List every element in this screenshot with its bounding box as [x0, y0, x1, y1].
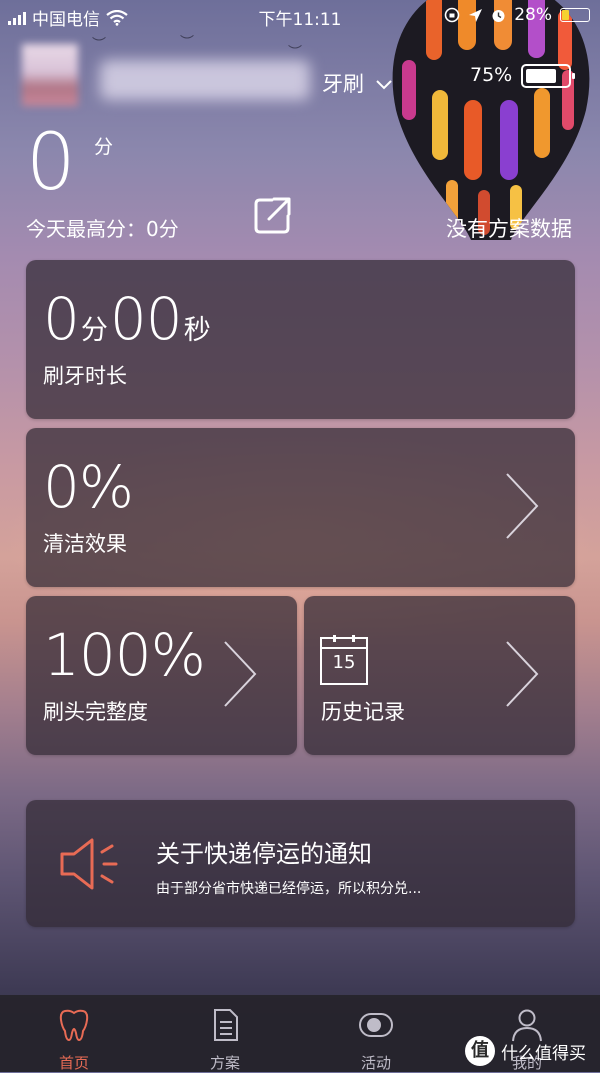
- notice-card[interactable]: 关于快递停运的通知 由于部分省市快递已经停运，所以积分兑...: [26, 800, 575, 927]
- alarm-clock-icon: [492, 9, 505, 22]
- today-best-score: 今天最高分： 0分: [26, 213, 179, 242]
- chevron-right-icon: [506, 641, 539, 707]
- today-best-label: 今天最高分：: [26, 217, 146, 241]
- tab-label: 活动: [360, 1054, 391, 1072]
- blurred-device-owner: [100, 60, 310, 100]
- device-battery-icon: [521, 64, 575, 88]
- toggle-icon: [359, 1013, 393, 1037]
- watermark-text: 什么值得买: [501, 1043, 586, 1064]
- brush-head-label: 刷头完整度: [43, 700, 148, 724]
- clean-effect-value: 0%: [43, 453, 134, 521]
- today-best-value: 0分: [146, 217, 179, 241]
- brush-head-card[interactable]: 100% 刷头完整度: [26, 596, 297, 755]
- duration-minutes-unit: 分: [80, 315, 108, 346]
- duration-seconds: 00: [109, 285, 183, 353]
- device-header: 牙刷 75%: [0, 44, 600, 114]
- chevron-right-icon: [506, 473, 539, 539]
- history-card[interactable]: 15 历史记录: [304, 596, 575, 755]
- location-arrow-icon: [469, 8, 483, 22]
- blurred-avatar: [22, 44, 78, 106]
- document-icon: [214, 1009, 238, 1041]
- status-bar: 中国电信 下午11:11 28%: [0, 0, 600, 32]
- watermark-logo: 值: [465, 1036, 495, 1066]
- notice-subtitle: 由于部分省市快递已经停运，所以积分兑...: [156, 881, 422, 897]
- score-value: 0: [26, 118, 76, 208]
- device-battery-fill: [526, 69, 556, 83]
- clean-effect-label: 清洁效果: [43, 532, 127, 556]
- clean-effect-card[interactable]: 0% 清洁效果: [26, 428, 575, 587]
- no-plan-data-link[interactable]: 没有方案数据: [446, 213, 572, 243]
- calendar-day: 15: [332, 652, 356, 673]
- tab-label: 方案: [209, 1054, 240, 1072]
- tab-home[interactable]: 首页: [14, 995, 134, 1072]
- duration-minutes: 0: [43, 285, 80, 353]
- tab-activities[interactable]: 活动: [316, 995, 436, 1072]
- tab-plans[interactable]: 方案: [165, 995, 285, 1072]
- share-icon[interactable]: [250, 194, 294, 238]
- chevron-right-icon: [224, 641, 257, 707]
- device-battery-percent: 75%: [470, 64, 513, 86]
- brush-duration-card: 0 分 00 秒 刷牙时长: [26, 260, 575, 419]
- status-battery-icon: [560, 8, 590, 22]
- notice-title: 关于快递停运的通知: [156, 840, 372, 868]
- status-battery-percent: 28%: [514, 5, 552, 25]
- brush-head-value: 100%: [43, 621, 206, 689]
- brush-duration-value: 0 分 00 秒: [43, 290, 213, 348]
- brush-duration-label: 刷牙时长: [43, 364, 127, 388]
- chevron-down-icon: [375, 80, 392, 90]
- tooth-icon: [59, 1009, 89, 1042]
- tab-label: 首页: [58, 1054, 89, 1072]
- duration-seconds-unit: 秒: [183, 315, 211, 346]
- score-unit: 分: [94, 136, 114, 158]
- speaker-icon: [60, 838, 118, 890]
- device-selector[interactable]: 牙刷: [322, 68, 393, 98]
- device-name-label: 牙刷: [322, 72, 364, 96]
- watermark: 值 什么值得买: [465, 1036, 586, 1066]
- history-label: 历史记录: [321, 700, 405, 724]
- rotation-lock-icon: [444, 7, 460, 23]
